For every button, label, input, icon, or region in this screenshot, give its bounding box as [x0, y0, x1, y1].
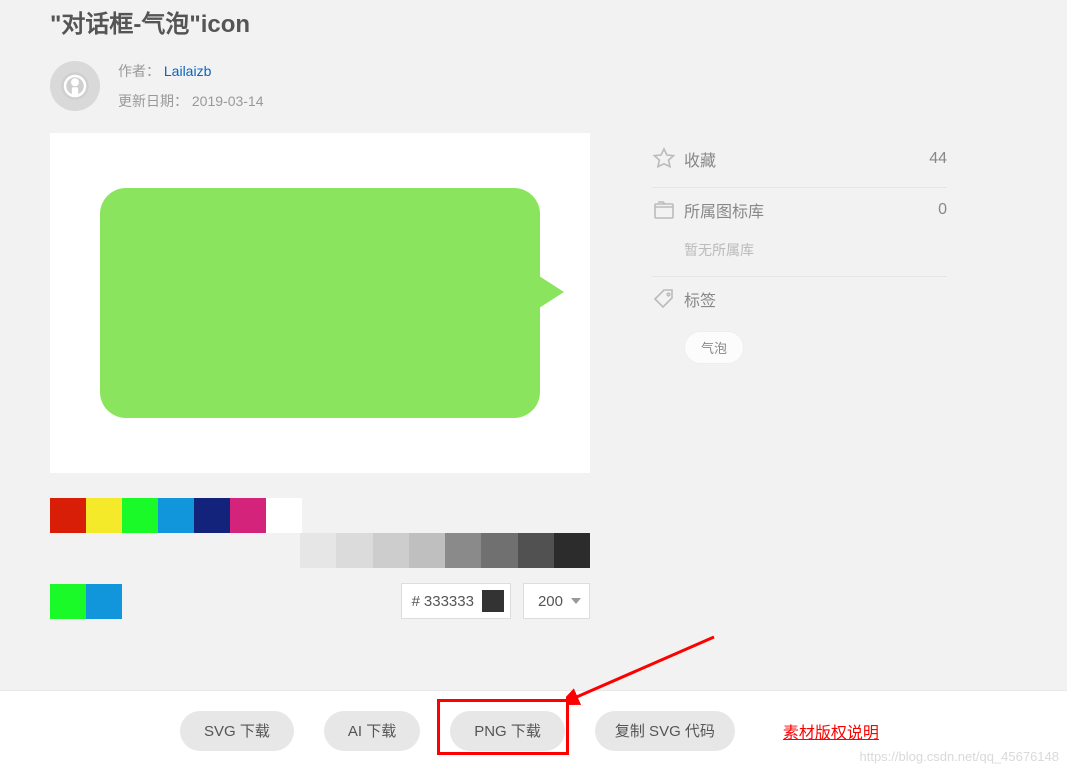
ai-download-button[interactable]: AI 下载	[324, 711, 420, 751]
library-label: 所属图标库	[684, 198, 764, 222]
tags-row: 标签	[652, 277, 947, 315]
page-title: "对话框-气泡"icon	[50, 0, 1017, 61]
hex-prefix: #	[412, 593, 420, 610]
user-avatar-icon	[60, 71, 90, 101]
star-icon	[652, 147, 676, 171]
copyright-link[interactable]: 素材版权说明	[783, 719, 879, 743]
color-swatch-white[interactable]	[266, 498, 302, 533]
avatar[interactable]	[50, 61, 100, 111]
library-empty: 暂无所属库	[652, 230, 947, 277]
color-swatch[interactable]	[50, 498, 86, 533]
copy-svg-button[interactable]: 复制 SVG 代码	[595, 711, 735, 751]
favorite-row[interactable]: 收藏 44	[652, 137, 947, 188]
tags-label: 标签	[684, 287, 716, 311]
tag-icon	[652, 287, 676, 311]
svg-download-button[interactable]: SVG 下载	[180, 711, 294, 751]
chevron-down-icon	[571, 598, 581, 604]
library-count: 0	[938, 201, 947, 219]
author-label: 作者：	[118, 63, 160, 79]
color-swatch[interactable]	[158, 498, 194, 533]
color-swatch[interactable]	[122, 498, 158, 533]
speech-bubble-icon	[100, 188, 540, 418]
color-swatch[interactable]	[373, 533, 409, 568]
updated-label: 更新日期：	[118, 93, 188, 109]
icon-preview	[50, 133, 590, 473]
color-swatch[interactable]	[300, 533, 336, 568]
size-value: 200	[538, 593, 563, 610]
folder-icon	[652, 198, 676, 222]
tag-chip[interactable]: 气泡	[684, 331, 744, 364]
hex-input[interactable]: # 333333	[401, 583, 511, 619]
color-swatch[interactable]	[230, 498, 266, 533]
author-link[interactable]: Lailaizb	[164, 63, 211, 79]
color-swatch[interactable]	[86, 584, 122, 619]
color-swatch[interactable]	[518, 533, 554, 568]
color-swatch[interactable]	[409, 533, 445, 568]
watermark: https://blog.csdn.net/qq_45676148	[860, 749, 1060, 764]
color-swatch[interactable]	[445, 533, 481, 568]
favorite-label: 收藏	[684, 147, 716, 171]
color-swatch[interactable]	[86, 498, 122, 533]
hex-value: 333333	[424, 593, 474, 610]
color-swatch[interactable]	[554, 533, 590, 568]
author-row: 作者： Lailaizb 更新日期： 2019-03-14	[50, 61, 1017, 111]
speech-bubble-tail	[536, 274, 564, 310]
updated-value: 2019-03-14	[192, 93, 264, 109]
color-swatch[interactable]	[336, 533, 372, 568]
library-row[interactable]: 所属图标库 0	[652, 188, 947, 230]
favorite-count: 44	[929, 150, 947, 168]
hex-swatch	[482, 590, 504, 612]
color-swatch[interactable]	[481, 533, 517, 568]
png-download-button[interactable]: PNG 下载	[450, 711, 565, 751]
size-select[interactable]: 200	[523, 583, 590, 619]
color-swatch[interactable]	[50, 584, 86, 619]
color-palette: # 333333 200	[50, 498, 590, 619]
color-swatch[interactable]	[194, 498, 230, 533]
